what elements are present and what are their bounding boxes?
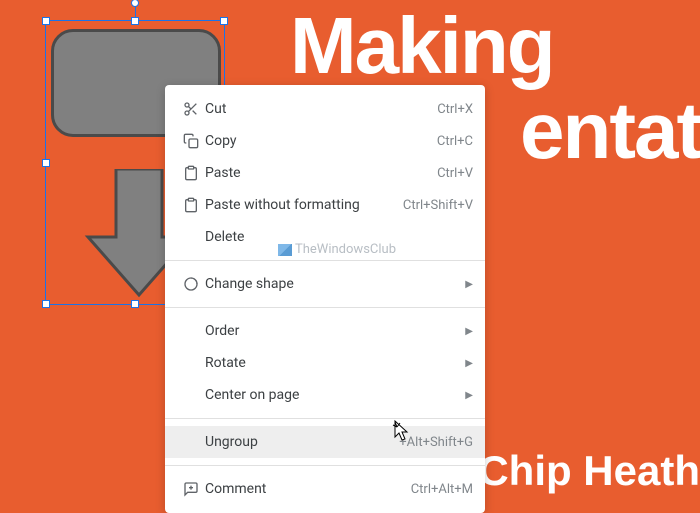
- paste-plain-icon: [177, 197, 205, 213]
- context-menu: Cut Ctrl+X Copy Ctrl+C Paste Ctrl+V Past…: [165, 85, 485, 513]
- submenu-arrow-icon: ▶: [465, 390, 473, 401]
- menu-center-on-page[interactable]: Center on page ▶: [165, 379, 485, 411]
- menu-label: Center on page: [205, 387, 465, 403]
- menu-change-shape[interactable]: Change shape ▶: [165, 268, 485, 300]
- menu-paste[interactable]: Paste Ctrl+V: [165, 157, 485, 189]
- resize-handle-tl[interactable]: [42, 17, 50, 25]
- slide-author-text: Chip Heath: [478, 447, 700, 495]
- menu-label: Delete: [205, 229, 473, 245]
- menu-shortcut: Ctrl+V: [437, 166, 473, 181]
- menu-ungroup[interactable]: Ungroup +Alt+Shift+G: [165, 426, 485, 458]
- slide-title-text: Making: [290, 0, 554, 92]
- slide-subtitle-text: entati: [520, 85, 700, 177]
- menu-label: Copy: [205, 133, 437, 149]
- menu-copy[interactable]: Copy Ctrl+C: [165, 125, 485, 157]
- menu-label: Paste: [205, 165, 437, 181]
- menu-divider: [165, 418, 485, 419]
- submenu-arrow-icon: ▶: [465, 326, 473, 337]
- menu-label: Rotate: [205, 355, 465, 371]
- resize-handle-tm[interactable]: [131, 17, 139, 25]
- menu-divider: [165, 260, 485, 261]
- paste-icon: [177, 165, 205, 181]
- menu-shortcut: Ctrl+C: [437, 134, 473, 149]
- menu-shortcut: Ctrl+Alt+M: [411, 482, 473, 497]
- menu-order[interactable]: Order ▶: [165, 315, 485, 347]
- copy-icon: [177, 133, 205, 149]
- comment-icon: [177, 481, 205, 497]
- menu-label: Change shape: [205, 276, 465, 292]
- resize-handle-ml[interactable]: [42, 159, 50, 167]
- menu-label: Ungroup: [205, 434, 399, 450]
- submenu-arrow-icon: ▶: [465, 279, 473, 290]
- resize-handle-bl[interactable]: [42, 300, 50, 308]
- rotate-handle[interactable]: [131, 0, 139, 7]
- resize-handle-tr[interactable]: [220, 17, 228, 25]
- menu-shortcut: +Alt+Shift+G: [399, 435, 473, 450]
- menu-shortcut: Ctrl+Shift+V: [403, 198, 473, 213]
- menu-label: Paste without formatting: [205, 197, 403, 213]
- cut-icon: [177, 101, 205, 117]
- menu-label: Order: [205, 323, 465, 339]
- menu-divider: [165, 465, 485, 466]
- menu-shortcut: Ctrl+X: [437, 102, 473, 117]
- menu-cut[interactable]: Cut Ctrl+X: [165, 93, 485, 125]
- submenu-arrow-icon: ▶: [465, 358, 473, 369]
- menu-paste-without-formatting[interactable]: Paste without formatting Ctrl+Shift+V: [165, 189, 485, 221]
- menu-delete[interactable]: Delete: [165, 221, 485, 253]
- resize-handle-bm[interactable]: [131, 300, 139, 308]
- menu-divider: [165, 307, 485, 308]
- menu-rotate[interactable]: Rotate ▶: [165, 347, 485, 379]
- menu-label: Cut: [205, 101, 437, 117]
- menu-label: Comment: [205, 481, 411, 497]
- change-shape-icon: [177, 276, 205, 292]
- menu-comment[interactable]: Comment Ctrl+Alt+M: [165, 473, 485, 505]
